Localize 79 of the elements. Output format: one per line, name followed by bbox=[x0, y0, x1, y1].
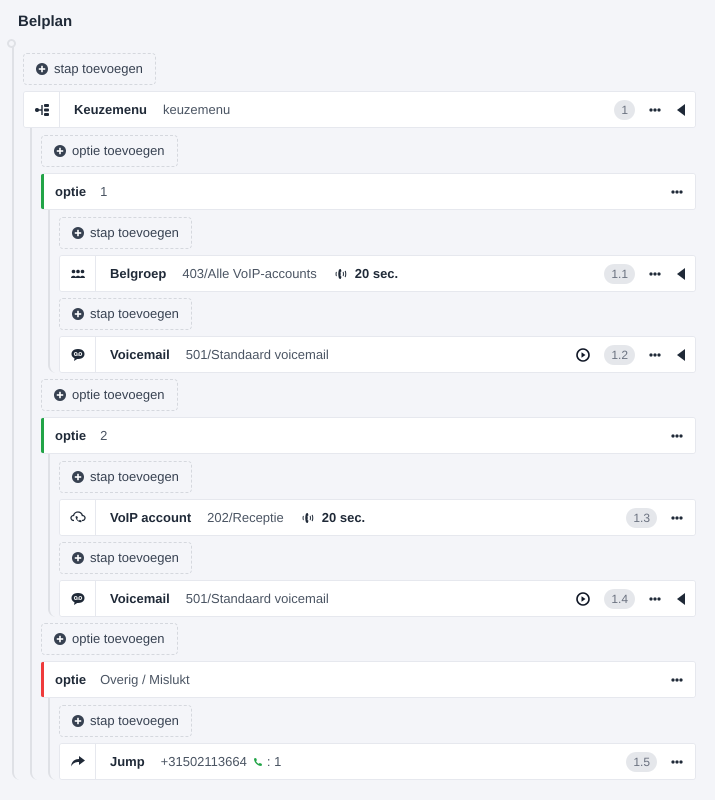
more-options-icon[interactable] bbox=[671, 678, 683, 682]
play-icon[interactable] bbox=[576, 592, 590, 606]
step-detail: 202/Receptie bbox=[207, 508, 284, 527]
ring-time: 20 sec. bbox=[354, 264, 398, 283]
step-detail: 501/Standaard voicemail bbox=[186, 346, 329, 364]
voicemail-bubble-icon bbox=[70, 348, 84, 362]
ringing-phone-icon bbox=[332, 268, 349, 280]
step-name: Voicemail bbox=[110, 346, 170, 364]
ring-time: 20 sec. bbox=[322, 508, 366, 527]
plus-circle-icon bbox=[72, 227, 84, 239]
option-card[interactable]: optie Overig / Mislukt bbox=[41, 661, 696, 698]
page-title: Belplan bbox=[18, 12, 74, 32]
add-button[interactable]: stap toevoegen bbox=[23, 53, 156, 85]
step-number-badge: 1.1 bbox=[604, 264, 635, 284]
plus-circle-icon bbox=[54, 145, 66, 157]
add-button[interactable]: optie toevoegen bbox=[41, 379, 178, 411]
target-index: : 1 bbox=[266, 752, 282, 771]
add-button[interactable]: stap toevoegen bbox=[59, 542, 192, 574]
phone-icon bbox=[252, 756, 263, 766]
step-card[interactable]: Belgroep 403/Alle VoIP-accounts 20 sec. 1.1 bbox=[59, 255, 696, 292]
add-button[interactable]: optie toevoegen bbox=[41, 135, 178, 167]
add-button[interactable]: stap toevoegen bbox=[59, 217, 192, 249]
option-label: optie bbox=[55, 426, 86, 445]
plus-circle-icon bbox=[54, 389, 66, 401]
step-detail: +31502113664 bbox=[160, 752, 247, 771]
more-options-icon[interactable] bbox=[649, 352, 661, 356]
more-options-icon[interactable] bbox=[649, 272, 661, 276]
step-name: Keuzemenu bbox=[74, 100, 147, 119]
step-card[interactable]: Voicemail 501/Standaard voicemail 1.2 bbox=[59, 336, 696, 373]
step-number-badge: 1.4 bbox=[604, 588, 635, 608]
add-button[interactable]: optie toevoegen bbox=[41, 623, 178, 655]
option-label: optie bbox=[55, 670, 86, 689]
tree-menu-icon bbox=[34, 104, 48, 116]
add-button[interactable]: stap toevoegen bbox=[59, 461, 192, 493]
step-detail: keuzemenu bbox=[162, 100, 230, 119]
forward-arrow-icon bbox=[70, 756, 84, 767]
step-name: VoIP account bbox=[110, 508, 192, 527]
more-options-icon[interactable] bbox=[671, 434, 683, 438]
option-value: Overig / Mislukt bbox=[100, 670, 190, 689]
option-value: 2 bbox=[100, 426, 108, 445]
more-options-icon[interactable] bbox=[671, 190, 683, 194]
add-button[interactable]: stap toevoegen bbox=[59, 298, 192, 330]
collapse-caret-icon[interactable] bbox=[677, 348, 685, 360]
step-number-badge: 1.2 bbox=[604, 344, 635, 364]
step-name: Voicemail bbox=[110, 590, 170, 608]
step-name: Belgroep bbox=[110, 264, 166, 283]
more-options-icon[interactable] bbox=[671, 516, 683, 520]
collapse-caret-icon[interactable] bbox=[677, 592, 685, 604]
option-card[interactable]: optie 1 bbox=[41, 173, 696, 210]
plus-circle-icon bbox=[72, 552, 84, 564]
plus-circle-icon bbox=[72, 471, 84, 483]
step-card[interactable]: VoIP account 202/Receptie 20 sec. 1.3 bbox=[59, 499, 696, 536]
plus-circle-icon bbox=[72, 308, 84, 320]
step-card[interactable]: Jump +31502113664 : 1 1.5 bbox=[59, 743, 696, 780]
step-number-badge: 1.5 bbox=[626, 752, 657, 772]
plus-circle-icon bbox=[72, 715, 84, 727]
step-number-badge: 1 bbox=[614, 100, 635, 120]
ringing-phone-icon bbox=[300, 512, 316, 524]
people-icon bbox=[70, 269, 84, 278]
step-name: Jump bbox=[110, 752, 145, 771]
more-options-icon[interactable] bbox=[649, 596, 661, 600]
step-number-badge: 1.3 bbox=[626, 508, 657, 528]
option-card[interactable]: optie 2 bbox=[41, 417, 696, 454]
plus-circle-icon bbox=[54, 633, 66, 645]
more-options-icon[interactable] bbox=[649, 108, 661, 112]
collapse-caret-icon[interactable] bbox=[677, 104, 685, 116]
step-detail: 501/Standaard voicemail bbox=[186, 590, 329, 608]
play-icon[interactable] bbox=[576, 348, 590, 362]
option-value: 1 bbox=[100, 182, 108, 201]
cloud-phone-icon bbox=[70, 510, 86, 524]
add-button[interactable]: stap toevoegen bbox=[59, 705, 192, 737]
more-options-icon[interactable] bbox=[671, 760, 683, 764]
plus-circle-icon bbox=[36, 63, 48, 75]
collapse-caret-icon[interactable] bbox=[677, 268, 685, 280]
step-card[interactable]: Voicemail 501/Standaard voicemail 1.4 bbox=[59, 580, 696, 617]
voicemail-bubble-icon bbox=[70, 592, 84, 606]
option-label: optie bbox=[55, 182, 86, 201]
step-card[interactable]: Keuzemenu keuzemenu 1 bbox=[23, 91, 696, 128]
step-detail: 403/Alle VoIP-accounts bbox=[182, 264, 317, 283]
